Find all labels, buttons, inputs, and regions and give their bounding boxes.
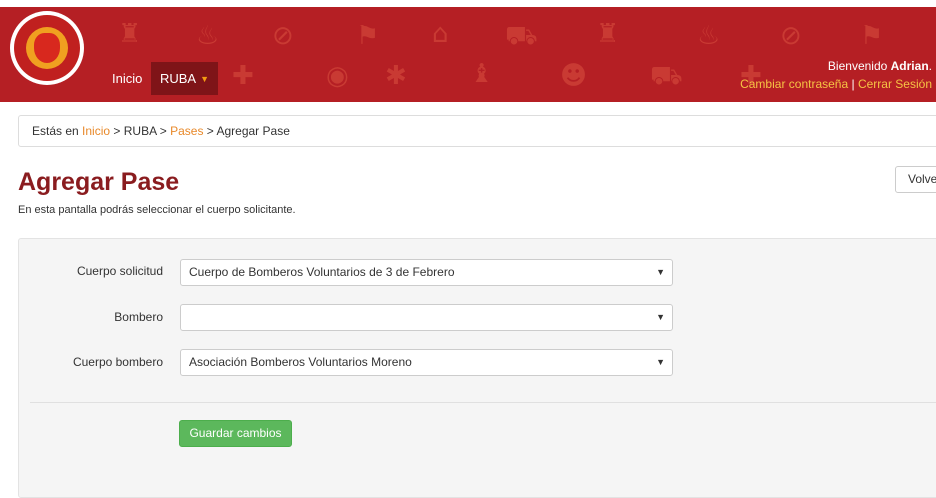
breadcrumb-ruba: RUBA (123, 124, 157, 138)
cuerpo-bombero-value: Asociación Bomberos Voluntarios Moreno (189, 355, 412, 369)
link-separator: | (851, 77, 855, 91)
cuerpo-solicitud-label: Cuerpo solicitud (76, 264, 163, 278)
bombero-label: Bombero (114, 310, 163, 324)
cuerpo-solicitud-select[interactable]: Cuerpo de Bomberos Voluntarios de 3 de F… (180, 259, 673, 286)
first-aid-icon: ✚ (232, 61, 254, 91)
user-name: Adrian (890, 59, 929, 73)
select-arrow-icon: ▼ (656, 357, 665, 367)
cuerpo-bombero-select[interactable]: Asociación Bomberos Voluntarios Moreno ▼ (180, 349, 673, 376)
select-arrow-icon: ▼ (656, 312, 665, 322)
helmet-icon: ☻ (560, 61, 588, 91)
tanker-icon: ⛟ (650, 61, 683, 91)
fire-building-icon: ⌂ (432, 19, 449, 49)
flag-icon: ⚑ (860, 21, 884, 51)
back-button[interactable]: Volver (895, 166, 936, 193)
nav-ruba-dropdown[interactable]: RUBA ▼ (151, 62, 218, 95)
nav-inicio[interactable]: Inicio (112, 71, 142, 86)
breadcrumb-current: Agregar Pase (216, 124, 290, 138)
nav-ruba-label: RUBA (159, 71, 197, 86)
account-links: Cambiar contraseña | Cerrar Sesión (740, 77, 932, 91)
breadcrumb-pases[interactable]: Pases (170, 124, 203, 138)
caret-down-icon: ▼ (200, 73, 210, 84)
cuerpo-bombero-label: Cuerpo bombero (72, 355, 163, 369)
no-fire-icon: ⊘ (272, 21, 294, 51)
flag-icon: ⚑ (356, 21, 380, 51)
fire-truck-icon: ⛟ (505, 21, 538, 51)
hose-icon: ✱ (385, 61, 407, 91)
welcome-message: Bienvenido Adrian. (827, 59, 932, 73)
breadcrumb: Estás en Inicio > RUBA > Pases > Agregar… (18, 115, 936, 147)
no-fire-icon: ⊘ (780, 21, 802, 51)
page-subtitle: En esta pantalla podrás seleccionar el c… (18, 204, 296, 216)
change-password-link[interactable]: Cambiar contraseña (740, 77, 848, 91)
logo[interactable] (10, 11, 84, 85)
page-title: Agregar Pase (18, 168, 180, 196)
alarm-icon: ◉ (326, 61, 349, 91)
hydrant-icon: ♜ (118, 19, 142, 49)
cuerpo-solicitud-value: Cuerpo de Bomberos Voluntarios de 3 de F… (189, 265, 455, 279)
breadcrumb-inicio[interactable]: Inicio (82, 124, 110, 138)
header-bar: ♜ ♨ ⊘ ⚑ ⌂ ⛟ ♜ ♨ ⊘ ⚑ ✚ ◉ ✱ ♝ ☻ ⛟ ✚ Inicio… (0, 7, 936, 102)
logout-link[interactable]: Cerrar Sesión (858, 77, 932, 91)
hydrant-icon: ♜ (596, 19, 620, 49)
bombero-select[interactable]: ▼ (180, 304, 673, 331)
form-divider (30, 402, 936, 403)
select-arrow-icon: ▼ (656, 267, 665, 277)
extinguisher-icon: ♝ (470, 59, 494, 89)
save-changes-button[interactable]: Guardar cambios (179, 420, 292, 447)
siren-icon: ♨ (196, 21, 220, 51)
siren-icon: ♨ (697, 21, 721, 51)
